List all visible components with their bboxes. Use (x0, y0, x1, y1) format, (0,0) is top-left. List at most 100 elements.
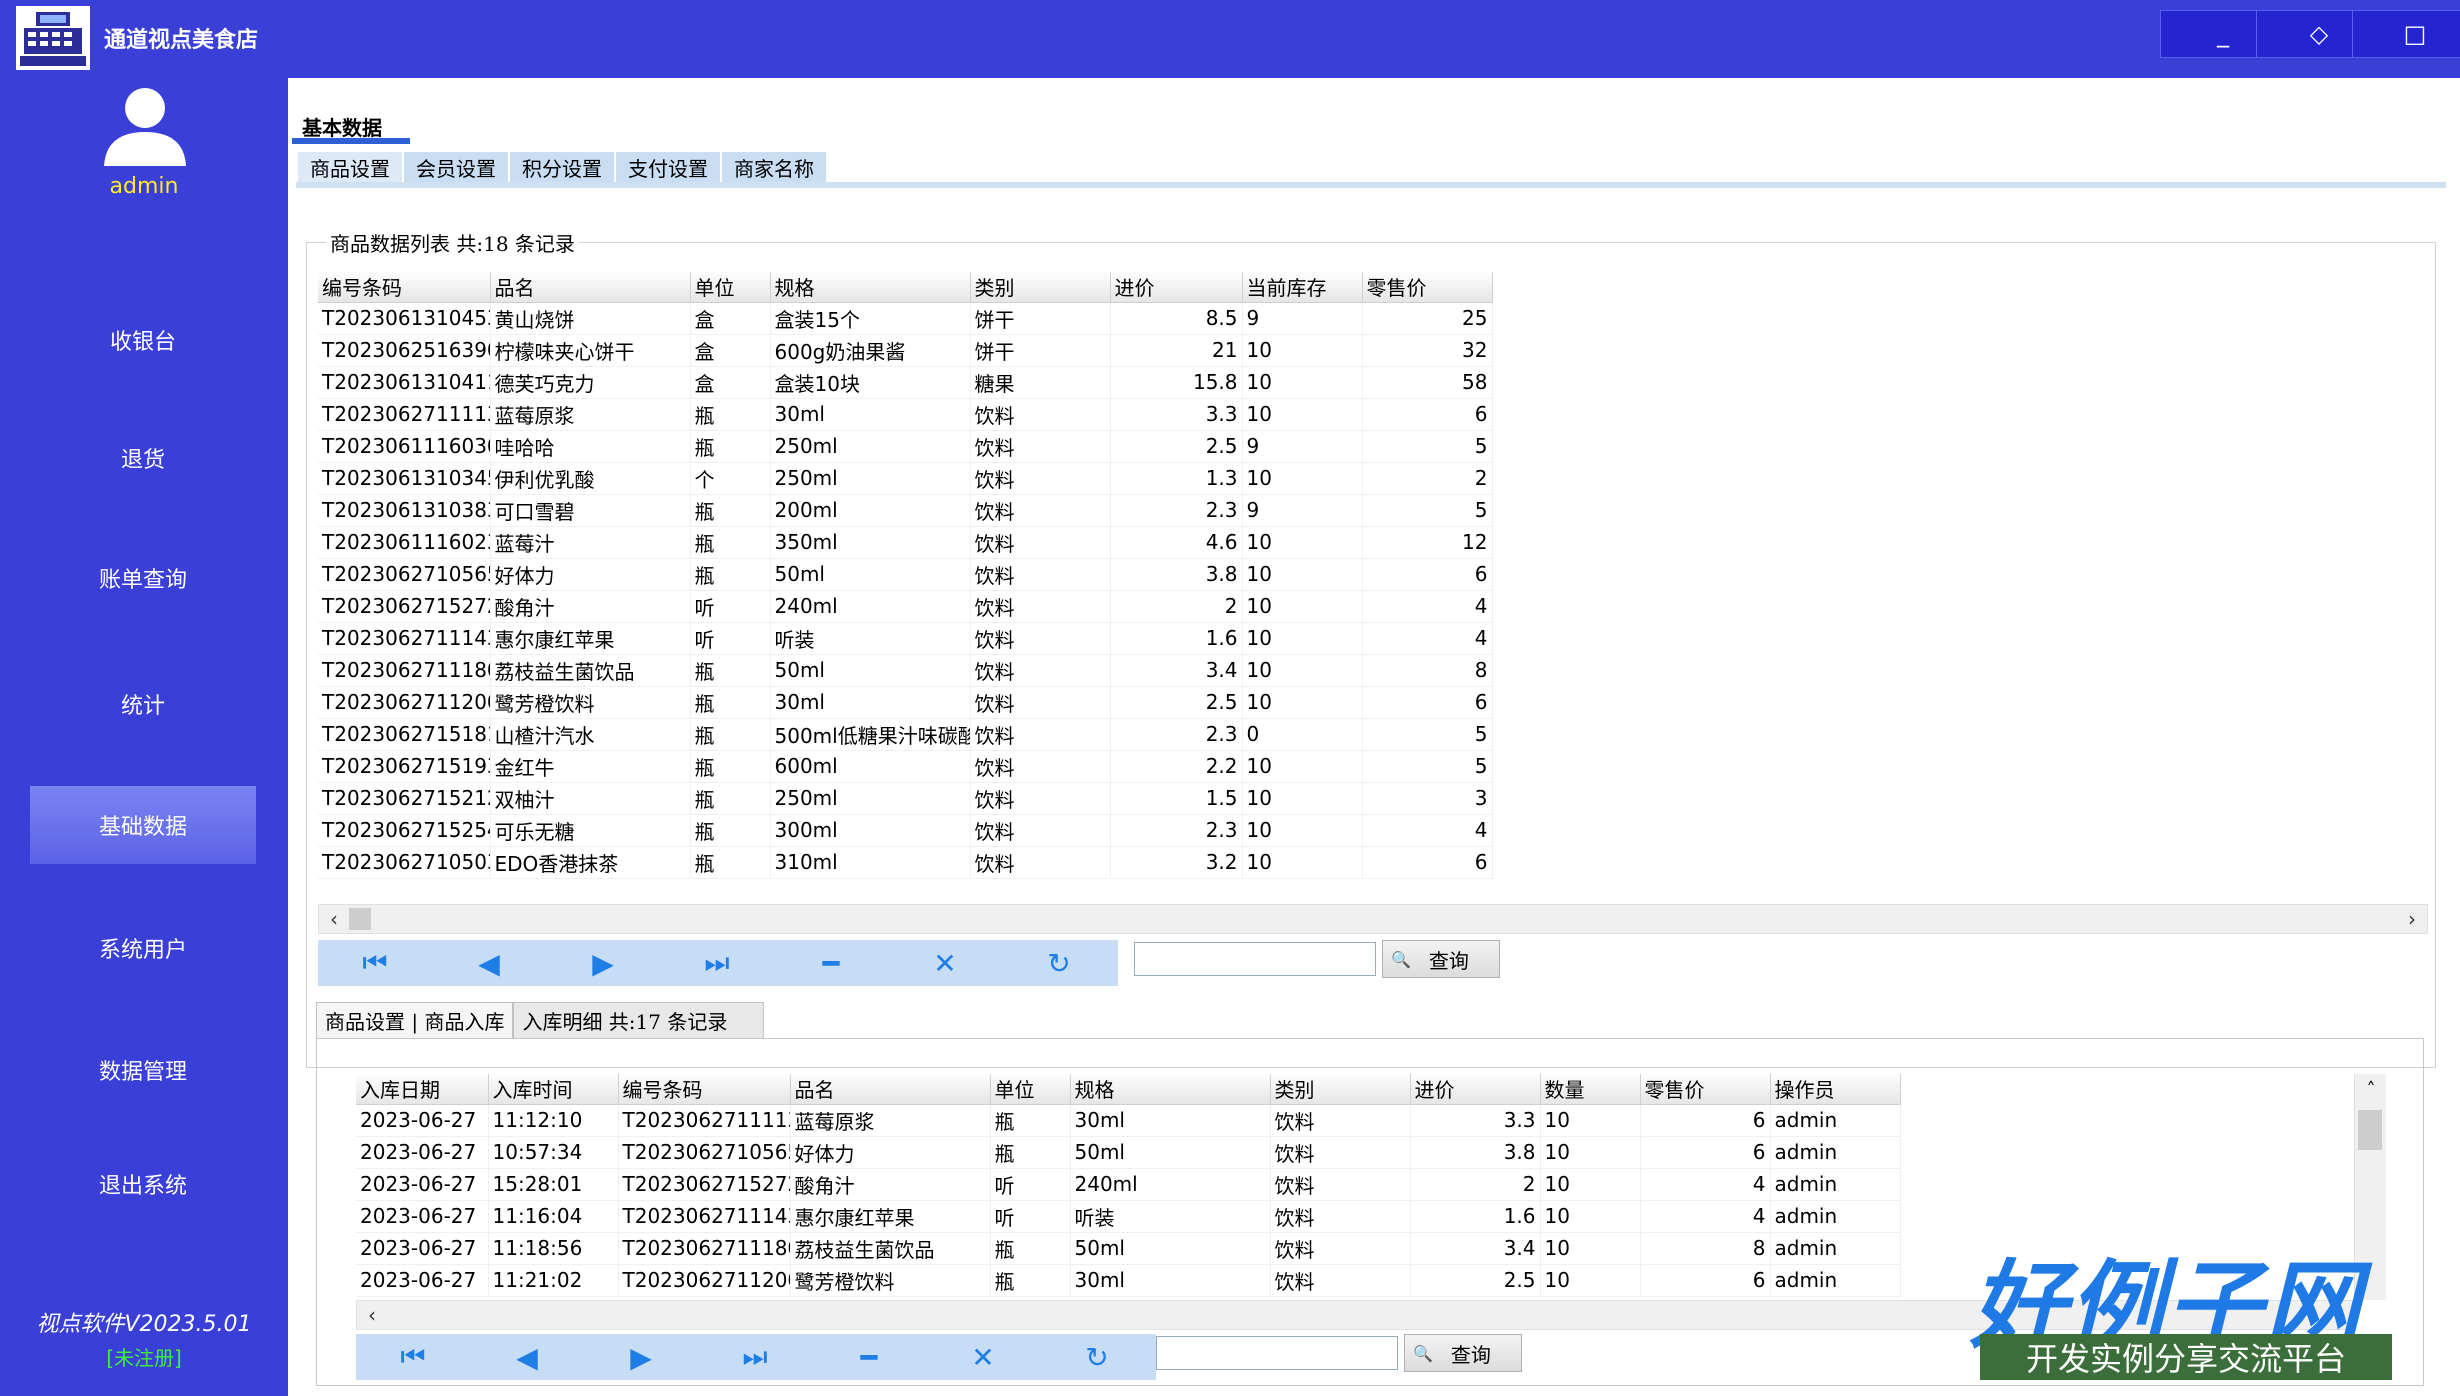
table-row[interactable]: T2023061310383 可口雪碧瓶 200ml 饮料 2.3 9 5 (318, 494, 1493, 527)
column-header[interactable]: 进价 (1110, 272, 1243, 303)
column-header[interactable]: 品名 (790, 1074, 991, 1105)
cancel-edit-icon[interactable]: ✕ (926, 1334, 1040, 1380)
previous-record-icon[interactable]: ◀ (432, 940, 546, 986)
subtab-member-settings[interactable]: 会员设置 (404, 152, 510, 182)
lower-tabs: 商品设置 | 商品入库 入库明细 共:17 条记录 (316, 1002, 765, 1038)
last-record-icon[interactable]: ⏭ (660, 940, 774, 986)
column-header[interactable]: 零售价 (1362, 272, 1493, 303)
table-cell: 蓝莓汁 (490, 526, 691, 559)
first-record-icon[interactable]: ⏮ (318, 940, 432, 986)
table-row[interactable]: T2023062711180 荔枝益生菌饮品瓶 50ml 饮料 3.4 10 8 (318, 654, 1493, 687)
scroll-left-icon[interactable]: ‹ (357, 1301, 387, 1329)
product-search-input[interactable] (1134, 942, 1376, 976)
product-table: 编号条码 品名 单位 规格 类别 进价 当前库存 零售价 T2023061310453 黄山烧饼… (318, 272, 1493, 879)
column-header[interactable]: 入库日期 (356, 1074, 489, 1105)
next-record-icon[interactable]: ▶ (546, 940, 660, 986)
stock-in-search-input[interactable] (1156, 1336, 1398, 1370)
column-header[interactable]: 类别 (970, 272, 1111, 303)
column-header[interactable]: 规格 (1070, 1074, 1271, 1105)
table-cell: 1.5 (1110, 782, 1243, 815)
column-header[interactable]: 入库时间 (488, 1074, 619, 1105)
table-row[interactable]: 2023-06-27 11:18:56 T2023062711180 荔枝益生菌饮品瓶… (356, 1232, 1901, 1265)
table-row[interactable]: T2023062711113 蓝莓原浆瓶 30ml 饮料 3.3 10 6 (318, 398, 1493, 431)
table-row[interactable]: 2023-06-27 11:21:02 T2023062711200 鹭芳橙饮料瓶 30… (356, 1264, 1901, 1297)
nav-cashier[interactable]: 收银台 (30, 310, 256, 370)
column-header[interactable]: 规格 (770, 272, 971, 303)
table-cell: T2023061116023 (318, 526, 491, 559)
product-search-button[interactable]: 🔍 查询 (1382, 940, 1500, 978)
table-row[interactable]: T2023061310345 伊利优乳酸个 250ml 饮料 1.3 10 2 (318, 462, 1493, 495)
table-row[interactable]: T2023062715181 山楂汁汽水瓶 500ml低糖果汁味碳酸 饮料 2.3 0 5 (318, 718, 1493, 751)
column-header[interactable]: 数量 (1540, 1074, 1641, 1105)
table-row[interactable]: T2023062715212 双柚汁瓶 250ml 饮料 1.5 10 3 (318, 782, 1493, 815)
table-cell: 瓶 (690, 718, 771, 751)
nav-basic-data[interactable]: 基础数据 (30, 786, 256, 864)
table-row[interactable]: 2023-06-27 11:12:10 T2023062711113 蓝莓原浆瓶 30m… (356, 1104, 1901, 1137)
next-record-icon[interactable]: ▶ (584, 1334, 698, 1380)
column-header[interactable]: 当前库存 (1242, 272, 1363, 303)
table-row[interactable]: T2023062711143 惠尔康红苹果听听装 饮料 1.6 10 4 (318, 622, 1493, 655)
table-row[interactable]: T2023061310453 黄山烧饼盒盒装15个 饼干 8.5 9 25 (318, 302, 1493, 335)
last-record-icon[interactable]: ⏭ (698, 1334, 812, 1380)
table-row[interactable]: 2023-06-27 15:28:01 T2023062715272 酸角汁听 240m… (356, 1168, 1901, 1201)
maximize-button[interactable]: □ (2352, 10, 2460, 58)
stock-in-search-button[interactable]: 🔍 查询 (1404, 1334, 1522, 1372)
scroll-up-icon[interactable]: ˄ (2355, 1074, 2387, 1104)
scroll-thumb[interactable] (2358, 1110, 2382, 1150)
tab-stock-in[interactable]: 商品设置 | 商品入库 (316, 1002, 514, 1038)
nav-exit[interactable]: 退出系统 (30, 1154, 256, 1214)
table-cell: 瓶 (990, 1104, 1071, 1137)
column-header[interactable]: 零售价 (1640, 1074, 1771, 1105)
table-cell: 25 (1362, 302, 1493, 335)
column-header[interactable]: 编号条码 (318, 272, 491, 303)
cancel-edit-icon[interactable]: ✕ (888, 940, 1002, 986)
table-row[interactable]: T2023062715254 可乐无糖瓶 300ml 饮料 2.3 10 4 (318, 814, 1493, 847)
product-grid-hscrollbar[interactable]: ‹ › (318, 904, 2428, 934)
column-header[interactable]: 品名 (490, 272, 691, 303)
subtab-merchant-name[interactable]: 商家名称 (722, 152, 828, 182)
column-header[interactable]: 单位 (990, 1074, 1071, 1105)
table-row[interactable]: T2023062710565 好体力瓶 50ml 饮料 3.8 10 6 (318, 558, 1493, 591)
column-header[interactable]: 操作员 (1770, 1074, 1901, 1105)
table-row[interactable]: T2023062715193 金红牛瓶 600ml 饮料 2.2 10 5 (318, 750, 1493, 783)
previous-record-icon[interactable]: ◀ (470, 1334, 584, 1380)
table-cell: 250ml (770, 462, 971, 495)
nav-system-users[interactable]: 系统用户 (30, 918, 256, 978)
table-row[interactable]: T2023062715272 酸角汁听 240ml 饮料 2 10 4 (318, 590, 1493, 623)
table-cell: T2023061310383 (318, 494, 491, 527)
table-cell: 4 (1362, 622, 1493, 655)
scroll-thumb[interactable] (349, 908, 371, 930)
product-grid[interactable]: 编号条码 品名 单位 规格 类别 进价 当前库存 零售价 T2023061310453 黄山烧饼… (318, 272, 2428, 892)
column-header[interactable]: 类别 (1270, 1074, 1411, 1105)
tab-stock-in-detail[interactable]: 入库明细 共:17 条记录 (513, 1002, 765, 1038)
delete-record-icon[interactable]: ━ (812, 1334, 926, 1380)
table-cell: 饮料 (970, 718, 1111, 751)
column-header[interactable]: 单位 (690, 272, 771, 303)
column-header[interactable]: 进价 (1410, 1074, 1541, 1105)
refresh-icon[interactable]: ↻ (1002, 940, 1116, 986)
table-cell: 瓶 (990, 1136, 1071, 1169)
column-header[interactable]: 编号条码 (618, 1074, 791, 1105)
table-row[interactable]: 2023-06-27 11:16:04 T2023062711143 惠尔康红苹果听听… (356, 1200, 1901, 1233)
nav-bill-query[interactable]: 账单查询 (30, 548, 256, 608)
table-row[interactable]: T2023061116023 蓝莓汁瓶 350ml 饮料 4.6 10 12 (318, 526, 1493, 559)
nav-data-management[interactable]: 数据管理 (30, 1040, 256, 1100)
table-row[interactable]: 2023-06-27 10:57:34 T2023062710565 好体力瓶 50ml… (356, 1136, 1901, 1169)
first-record-icon[interactable]: ⏮ (356, 1334, 470, 1380)
nav-return[interactable]: 退货 (30, 428, 256, 488)
table-row[interactable]: T2023062710503 EDO香港抹茶瓶 310ml 饮料 3.2 10 6 (318, 846, 1493, 879)
tab-basic-data[interactable]: 基本数据 (292, 108, 410, 144)
table-row[interactable]: T2023062711200 鹭芳橙饮料瓶 30ml 饮料 2.5 10 6 (318, 686, 1493, 719)
table-row[interactable]: T2023061116030 哇哈哈瓶 250ml 饮料 2.5 9 5 (318, 430, 1493, 463)
table-row[interactable]: T2023062516390 柠檬味夹心饼干盒 600g奶油果酱 饼干 21 10 32 (318, 334, 1493, 367)
delete-record-icon[interactable]: ━ (774, 940, 888, 986)
scroll-left-icon[interactable]: ‹ (319, 905, 349, 933)
subtab-product-settings[interactable]: 商品设置 (298, 152, 404, 182)
refresh-icon[interactable]: ↻ (1040, 1334, 1154, 1380)
table-row[interactable]: T2023061310411 德芙巧克力盒盒装10块 糖果 15.8 10 58 (318, 366, 1493, 399)
subtab-payment-settings[interactable]: 支付设置 (616, 152, 722, 182)
nav-statistics[interactable]: 统计 (30, 674, 256, 734)
subtab-points-settings[interactable]: 积分设置 (510, 152, 616, 182)
stock-in-nav-toolbar: ⏮ ◀ ▶ ⏭ ━ ✕ ↻ (356, 1334, 1156, 1380)
scroll-right-icon[interactable]: › (2397, 905, 2427, 933)
